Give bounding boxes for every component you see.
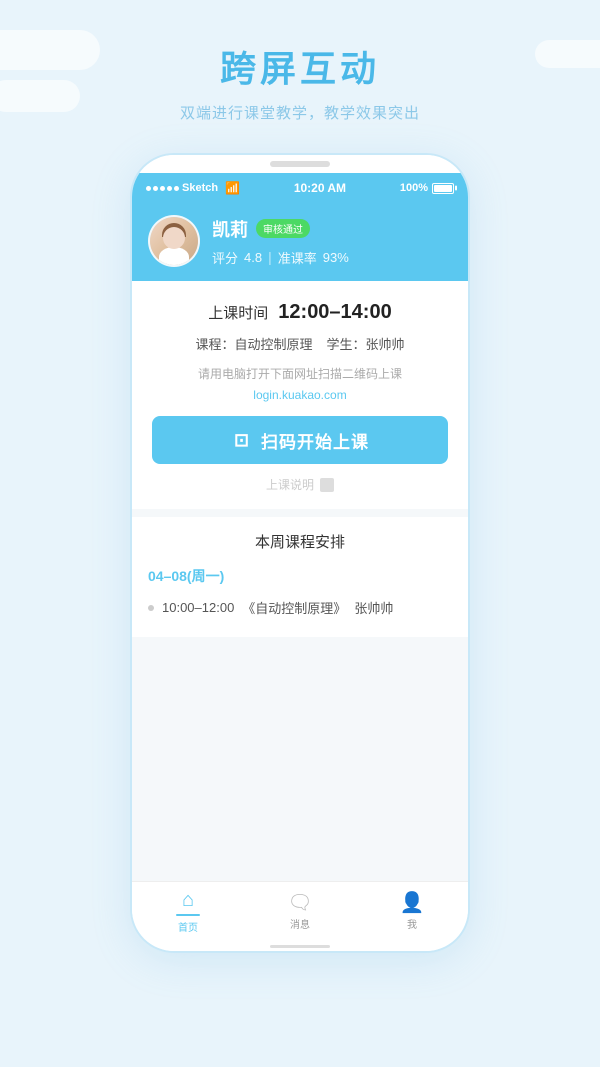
phone-frame: Sketch 📶 10:20 AM 100% [130,153,470,953]
note-icon [320,478,334,492]
stat-divider: | [268,249,272,265]
avatar-image [150,217,198,265]
scan-button-label: 扫码开始上课 [261,428,369,453]
status-right: 100% [400,182,454,194]
class-time-label: 上课时间 [208,302,268,323]
message-icon: 🗨 [287,893,312,913]
schedule-item-time: 10:00–12:00 [162,600,234,615]
rating-label: 评分 [212,248,238,267]
carrier-label: Sketch [182,182,218,194]
class-link[interactable]: login.kuakao.com [152,388,448,402]
student-name: 张帅帅 [366,337,405,352]
profile-name: 凯莉 [212,216,248,242]
schedule-item-student: 张帅帅 [354,598,393,617]
nav-active-bar [176,914,200,916]
schedule-item: 10:00–12:00 《自动控制原理》 张帅帅 [148,594,452,621]
profile-header: 凯莉 审核通过 评分 4.8 | 准课率 93% [132,203,468,281]
signal-dot [153,186,158,191]
schedule-item-course: 《自动控制原理》 [242,598,346,617]
profile-icon: 👤 [400,893,425,913]
student-detail: 学生：张帅帅 [327,334,405,353]
wifi-icon: 📶 [225,181,240,195]
home-indicator [270,945,330,948]
schedule-title: 本周课程安排 [148,531,452,552]
rating-value: 4.8 [244,250,262,265]
avatar-head [163,227,185,249]
nav-messages-label: 消息 [290,916,310,931]
scan-button[interactable]: ⊡ 扫码开始上课 [152,416,448,464]
content-area: 上课时间 12:00–14:00 课程：自动控制原理 学生：张帅帅 请用电脑打开… [132,281,468,881]
class-note-label: 上课说明 [266,476,314,493]
home-icon: ⌂ [182,890,194,910]
signal-dot [146,186,151,191]
signal-dot [167,186,172,191]
status-left: Sketch 📶 [146,181,240,195]
attendance-label: 准课率 [278,248,317,267]
scan-icon: ⊡ [231,429,253,451]
class-notice: 请用电脑打开下面网址扫描二维码上课 [152,365,448,384]
battery-percent: 100% [400,182,428,194]
signal-dot [174,186,179,191]
signal-dots [146,186,179,191]
avatar [148,215,200,267]
header-area: 跨屏互动 双端进行课堂教学，教学效果突出 [0,0,600,143]
attendance-value: 93% [323,250,349,265]
profile-name-row: 凯莉 审核通过 [212,216,452,242]
class-card: 上课时间 12:00–14:00 课程：自动控制原理 学生：张帅帅 请用电脑打开… [132,281,468,509]
page-subtitle: 双端进行课堂教学，教学效果突出 [0,102,600,123]
schedule-date: 04–08(周一) [148,566,452,586]
nav-item-messages[interactable]: 🗨 消息 [244,882,356,941]
phone-mockup: Sketch 📶 10:20 AM 100% [0,143,600,953]
class-time-value: 12:00–14:00 [278,301,391,324]
profile-stats: 评分 4.8 | 准课率 93% [212,248,452,267]
verified-badge: 审核通过 [256,219,310,238]
class-time-row: 上课时间 12:00–14:00 [152,301,448,324]
phone-top [132,155,468,173]
class-note-row: 上课说明 [152,476,448,493]
class-details: 课程：自动控制原理 学生：张帅帅 [152,334,448,353]
bottom-nav: ⌂ 首页 🗨 消息 👤 我 [132,881,468,941]
nav-profile-label: 我 [407,916,417,931]
avatar-body [159,247,189,267]
bg-blob-3 [535,40,600,68]
student-label: 学生： [327,337,366,352]
battery-icon [432,183,454,194]
course-detail: 课程：自动控制原理 [195,334,312,353]
bg-blob-2 [0,80,80,112]
battery-fill [434,185,452,192]
nav-home-label: 首页 [178,919,198,934]
profile-info: 凯莉 审核通过 评分 4.8 | 准课率 93% [212,216,452,267]
status-bar: Sketch 📶 10:20 AM 100% [132,173,468,203]
nav-item-profile[interactable]: 👤 我 [356,882,468,941]
nav-item-home[interactable]: ⌂ 首页 [132,882,244,941]
course-name: 自动控制原理 [234,337,312,352]
schedule-section: 本周课程安排 04–08(周一) 10:00–12:00 《自动控制原理》 张帅… [132,517,468,637]
phone-bottom [132,941,468,951]
course-label: 课程： [195,337,234,352]
signal-dot [160,186,165,191]
status-time: 10:20 AM [294,181,346,195]
phone-speaker [270,161,330,167]
schedule-dot [148,605,154,611]
bg-blob-1 [0,30,100,70]
